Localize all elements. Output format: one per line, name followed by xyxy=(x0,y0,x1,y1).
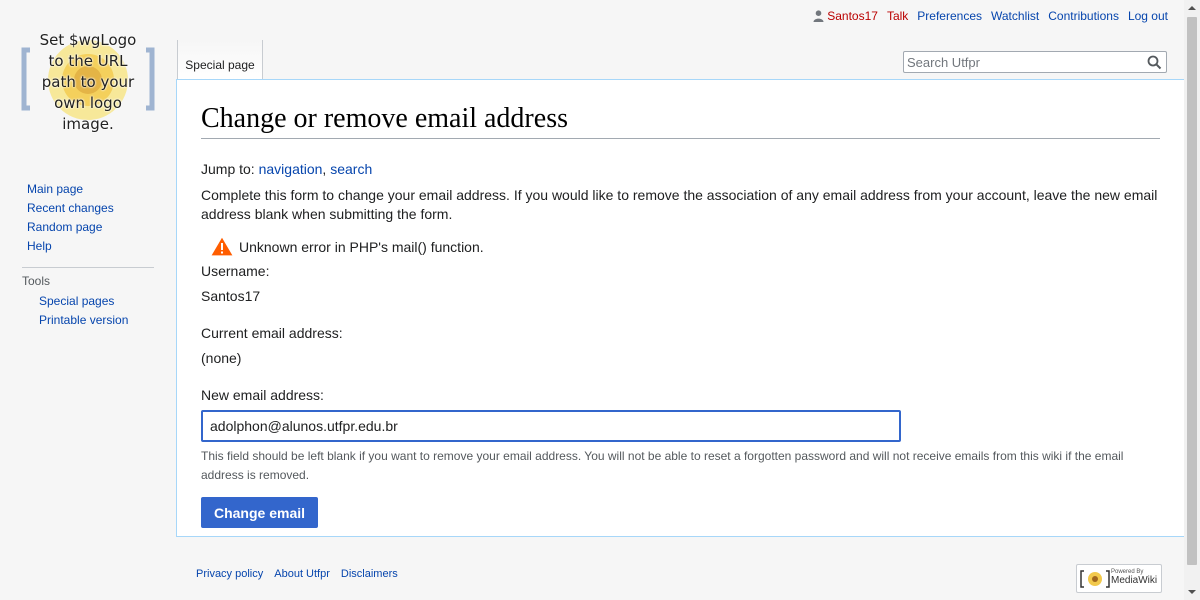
main-page-link[interactable]: Main page xyxy=(27,182,83,196)
contributions-link[interactable]: Contributions xyxy=(1048,9,1119,23)
current-email-label: Current email address: xyxy=(201,325,343,341)
new-email-input[interactable] xyxy=(201,410,901,442)
sidebar-item-printable-version: Printable version xyxy=(39,311,176,330)
vertical-scrollbar[interactable] xyxy=(1184,0,1200,600)
mediawiki-icon xyxy=(1080,570,1110,588)
jump-navigation-link[interactable]: navigation xyxy=(259,161,323,177)
tools-list: Special pages Printable version xyxy=(0,292,176,330)
scroll-down-arrow-icon[interactable] xyxy=(1188,588,1196,596)
mediawiki-text: MediaWiki xyxy=(1111,575,1158,586)
main-content: Change or remove email address Jump to: … xyxy=(176,79,1184,537)
powered-by-mediawiki-badge[interactable]: Powered By MediaWiki xyxy=(1076,564,1162,593)
intro-text: Complete this form to change your email … xyxy=(201,187,1158,222)
search-icon[interactable] xyxy=(1147,55,1162,70)
preferences-link[interactable]: Preferences xyxy=(917,9,982,23)
search-box xyxy=(903,51,1167,73)
scroll-up-arrow-icon[interactable] xyxy=(1188,4,1196,12)
help-link[interactable]: Help xyxy=(27,239,52,253)
navigation-list: Main page Recent changes Random page Hel… xyxy=(0,180,176,256)
username-label: Username: xyxy=(201,263,270,279)
user-menu[interactable]: Santos17 xyxy=(813,9,878,23)
sidebar-item-main-page: Main page xyxy=(27,180,176,199)
printable-version-link[interactable]: Printable version xyxy=(39,313,128,327)
logo-line: path to your xyxy=(41,73,135,91)
watchlist-link[interactable]: Watchlist xyxy=(991,9,1039,23)
site-logo[interactable]: Set $wgLogo to the URL path to your own … xyxy=(18,28,158,133)
special-pages-link[interactable]: Special pages xyxy=(39,294,114,308)
warning-icon xyxy=(211,237,233,256)
sidebar-item-recent-changes: Recent changes xyxy=(27,199,176,218)
tab-special-page[interactable]: Special page xyxy=(177,40,263,80)
username-value: Santos17 xyxy=(201,288,261,304)
new-email-help-text: This field should be left blank if you w… xyxy=(201,449,1124,482)
username-link[interactable]: Santos17 xyxy=(827,9,878,23)
talk-link[interactable]: Talk xyxy=(887,9,908,23)
scroll-thumb[interactable] xyxy=(1187,17,1197,565)
jump-to: Jump to: navigation, search xyxy=(201,159,1160,179)
sidebar-item-random-page: Random page xyxy=(27,218,176,237)
jump-label: Jump to: xyxy=(201,161,255,177)
privacy-policy-link[interactable]: Privacy policy xyxy=(196,568,263,580)
jump-search-link[interactable]: search xyxy=(330,161,372,177)
personal-tools: Santos17 Talk Preferences Watchlist Cont… xyxy=(813,9,1168,23)
sidebar: Main page Recent changes Random page Hel… xyxy=(0,180,176,330)
logo-text: Set $wgLogo to the URL path to your own … xyxy=(18,30,158,135)
disclaimers-link[interactable]: Disclaimers xyxy=(341,568,398,580)
jump-separator: , xyxy=(322,161,327,177)
error-message: Unknown error in PHP's mail() function. xyxy=(211,237,1160,256)
page-title: Change or remove email address xyxy=(201,102,1160,139)
logo-line: image. xyxy=(62,115,114,133)
logo-line: to the URL xyxy=(48,52,128,70)
current-email-value: (none) xyxy=(201,350,242,366)
sidebar-item-special-pages: Special pages xyxy=(39,292,176,311)
user-icon xyxy=(813,10,824,22)
tools-heading: Tools xyxy=(22,267,154,288)
logout-link[interactable]: Log out xyxy=(1128,9,1168,23)
footer-links: Privacy policy About Utfpr Disclaimers xyxy=(196,568,398,580)
tab-label: Special page xyxy=(185,58,255,72)
error-text: Unknown error in PHP's mail() function. xyxy=(239,238,484,255)
sidebar-item-help: Help xyxy=(27,237,176,256)
logo-line: own logo xyxy=(54,94,122,112)
search-input[interactable] xyxy=(904,52,1134,72)
logo-line: Set $wgLogo xyxy=(39,31,137,49)
recent-changes-link[interactable]: Recent changes xyxy=(27,201,114,215)
new-email-label: New email address: xyxy=(201,387,324,403)
change-email-button[interactable]: Change email xyxy=(201,497,318,528)
about-link[interactable]: About Utfpr xyxy=(274,568,330,580)
random-page-link[interactable]: Random page xyxy=(27,220,102,234)
